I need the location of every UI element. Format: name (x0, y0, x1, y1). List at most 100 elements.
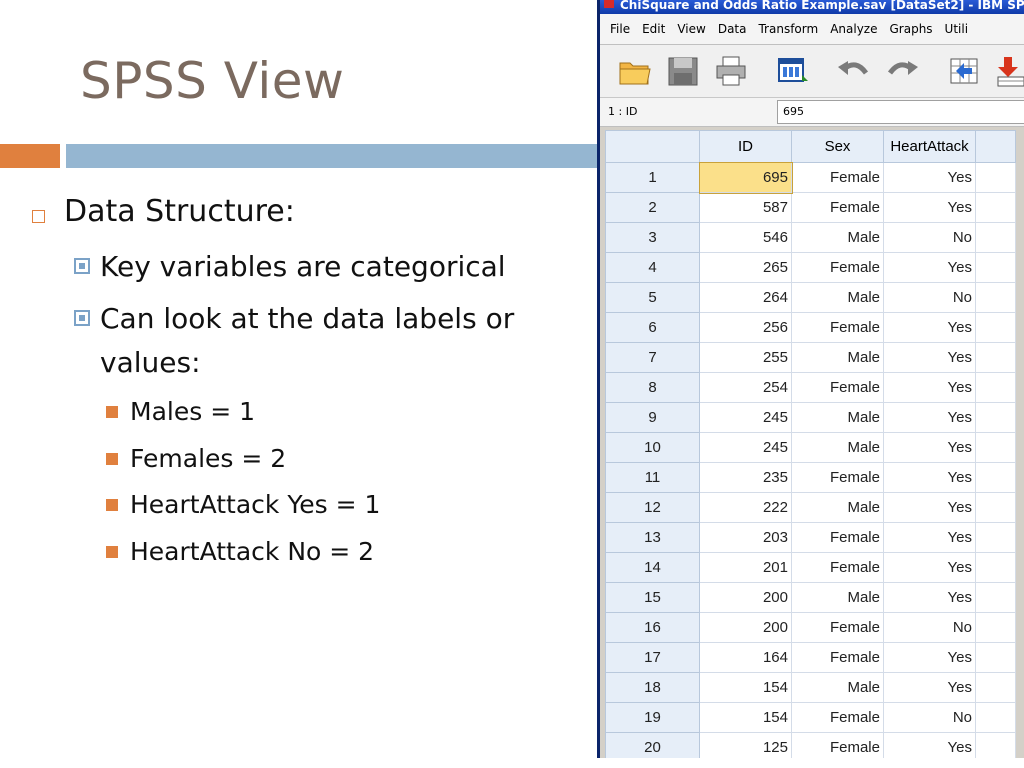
menu-transform[interactable]: Transform (758, 22, 818, 36)
cell-sex[interactable]: Female (791, 312, 884, 343)
table-row[interactable]: 16 200 Female No (605, 612, 1016, 643)
table-row[interactable]: 1 695 Female Yes (605, 161, 1016, 194)
dialog-recall-icon[interactable] (776, 55, 810, 87)
cell-empty[interactable] (975, 282, 1016, 313)
cell-id[interactable]: 154 (699, 672, 792, 703)
column-header-next[interactable] (975, 130, 1016, 163)
cell-sex[interactable]: Male (791, 402, 884, 433)
menu-graphs[interactable]: Graphs (889, 22, 932, 36)
corner-cell[interactable] (605, 130, 700, 163)
save-disk-icon[interactable] (666, 55, 700, 87)
cell-id[interactable]: 203 (699, 522, 792, 553)
cell-empty[interactable] (975, 732, 1016, 758)
cell-id[interactable]: 245 (699, 402, 792, 433)
row-number[interactable]: 14 (605, 552, 700, 583)
table-row[interactable]: 19 154 Female No (605, 702, 1016, 733)
menu-data[interactable]: Data (718, 22, 747, 36)
cell-sex[interactable]: Male (791, 432, 884, 463)
cell-sex[interactable]: Male (791, 342, 884, 373)
cell-heartattack[interactable]: Yes (883, 492, 976, 523)
row-number[interactable]: 11 (605, 462, 700, 493)
row-number[interactable]: 16 (605, 612, 700, 643)
cell-empty[interactable] (975, 672, 1016, 703)
cell-sex[interactable]: Female (791, 522, 884, 553)
cell-id[interactable]: 200 (699, 582, 792, 613)
cell-sex[interactable]: Female (791, 372, 884, 403)
open-folder-icon[interactable] (618, 55, 652, 87)
cell-heartattack[interactable]: Yes (883, 402, 976, 433)
table-row[interactable]: 2 587 Female Yes (605, 192, 1016, 223)
cell-id[interactable]: 164 (699, 642, 792, 673)
cell-heartattack[interactable]: Yes (883, 732, 976, 758)
goto-case-icon[interactable] (948, 55, 982, 87)
cell-heartattack[interactable]: Yes (883, 462, 976, 493)
cell-sex[interactable]: Female (791, 612, 884, 643)
row-number[interactable]: 3 (605, 222, 700, 253)
cell-heartattack[interactable]: Yes (883, 642, 976, 673)
cell-empty[interactable] (975, 222, 1016, 253)
table-row[interactable]: 6 256 Female Yes (605, 312, 1016, 343)
window-titlebar[interactable]: ChiSquare and Odds Ratio Example.sav [Da… (600, 0, 1024, 14)
cell-id[interactable]: 546 (699, 222, 792, 253)
cell-sex[interactable]: Female (791, 162, 884, 193)
cell-heartattack[interactable]: No (883, 702, 976, 733)
cell-empty[interactable] (975, 642, 1016, 673)
cell-sex[interactable]: Female (791, 462, 884, 493)
cell-empty[interactable] (975, 192, 1016, 223)
table-row[interactable]: 4 265 Female Yes (605, 252, 1016, 283)
goto-variable-icon[interactable] (994, 55, 1024, 87)
cell-sex[interactable]: Male (791, 282, 884, 313)
row-number[interactable]: 18 (605, 672, 700, 703)
cell-sex[interactable]: Female (791, 192, 884, 223)
cell-empty[interactable] (975, 162, 1016, 193)
cell-heartattack[interactable]: Yes (883, 342, 976, 373)
table-row[interactable]: 13 203 Female Yes (605, 522, 1016, 553)
cell-sex[interactable]: Male (791, 492, 884, 523)
cell-sex[interactable]: Male (791, 582, 884, 613)
table-row[interactable]: 12 222 Male Yes (605, 492, 1016, 523)
cell-empty[interactable] (975, 522, 1016, 553)
table-row[interactable]: 9 245 Male Yes (605, 402, 1016, 433)
row-number[interactable]: 6 (605, 312, 700, 343)
cell-id[interactable]: 695 (698, 161, 793, 194)
cell-empty[interactable] (975, 372, 1016, 403)
row-number[interactable]: 7 (605, 342, 700, 373)
cell-empty[interactable] (975, 462, 1016, 493)
cell-heartattack[interactable]: Yes (883, 672, 976, 703)
cell-id[interactable]: 125 (699, 732, 792, 758)
cell-heartattack[interactable]: No (883, 222, 976, 253)
redo-icon[interactable] (886, 55, 920, 87)
menu-utilities[interactable]: Utili (945, 22, 969, 36)
cell-sex[interactable]: Female (791, 732, 884, 758)
column-header-sex[interactable]: Sex (791, 130, 884, 163)
column-header-heartattack[interactable]: HeartAttack (883, 130, 976, 163)
cell-empty[interactable] (975, 612, 1016, 643)
cell-id[interactable]: 264 (699, 282, 792, 313)
cell-heartattack[interactable]: Yes (883, 162, 976, 193)
row-number[interactable]: 19 (605, 702, 700, 733)
cell-id[interactable]: 587 (699, 192, 792, 223)
row-number[interactable]: 20 (605, 732, 700, 758)
menu-view[interactable]: View (677, 22, 705, 36)
table-row[interactable]: 20 125 Female Yes (605, 732, 1016, 758)
cell-id[interactable]: 222 (699, 492, 792, 523)
table-row[interactable]: 18 154 Male Yes (605, 672, 1016, 703)
cell-empty[interactable] (975, 312, 1016, 343)
row-number[interactable]: 17 (605, 642, 700, 673)
cell-heartattack[interactable]: No (883, 612, 976, 643)
cell-sex[interactable]: Female (791, 252, 884, 283)
undo-icon[interactable] (836, 55, 870, 87)
cell-heartattack[interactable]: Yes (883, 582, 976, 613)
row-number[interactable]: 9 (605, 402, 700, 433)
cell-sex[interactable]: Male (791, 222, 884, 253)
cell-empty[interactable] (975, 342, 1016, 373)
cell-sex[interactable]: Female (791, 642, 884, 673)
cell-heartattack[interactable]: No (883, 282, 976, 313)
row-number[interactable]: 10 (605, 432, 700, 463)
menu-file[interactable]: File (610, 22, 630, 36)
cell-id[interactable]: 154 (699, 702, 792, 733)
cell-sex[interactable]: Male (791, 672, 884, 703)
row-number[interactable]: 12 (605, 492, 700, 523)
cell-id[interactable]: 256 (699, 312, 792, 343)
cell-id[interactable]: 255 (699, 342, 792, 373)
